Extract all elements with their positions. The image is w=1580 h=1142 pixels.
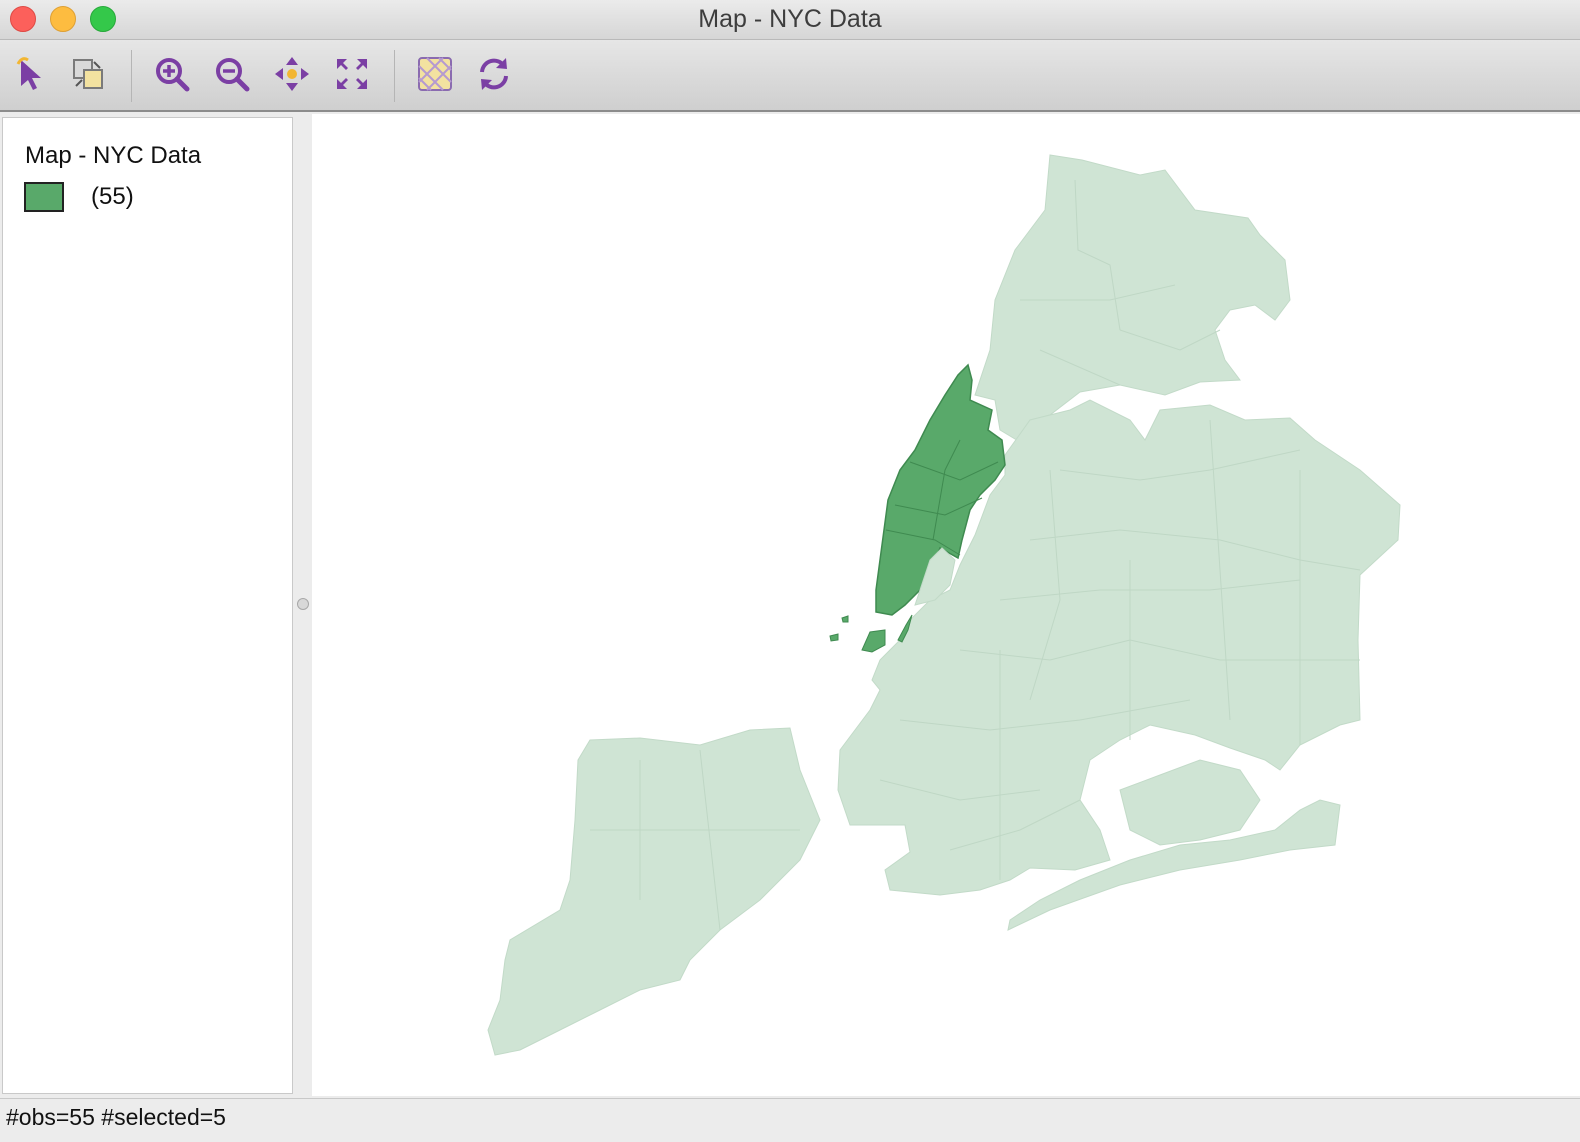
map-canvas[interactable]	[312, 114, 1580, 1096]
zoom-in-icon	[152, 54, 192, 99]
toolbar	[0, 40, 1580, 112]
selection-mode-icon	[68, 54, 108, 99]
select-button[interactable]	[10, 54, 54, 98]
refresh-icon	[474, 54, 514, 99]
status-bar: #obs=55 #selected=5	[0, 1098, 1580, 1142]
map-region-small-island[interactable]	[861, 629, 886, 653]
map-region-bronx[interactable]	[974, 154, 1291, 443]
select-pointer-icon	[12, 54, 52, 99]
map-region-small-island[interactable]	[829, 633, 839, 642]
splitter-handle[interactable]	[297, 598, 309, 610]
window-title: Map - NYC Data	[698, 5, 882, 33]
zoom-out-icon	[212, 54, 252, 99]
toolbar-separator	[131, 50, 132, 102]
legend-panel[interactable]: Map - NYC Data (55)	[2, 117, 293, 1094]
zoom-in-button[interactable]	[150, 54, 194, 98]
status-text: #obs=55 #selected=5	[6, 1104, 226, 1130]
zoom-out-button[interactable]	[210, 54, 254, 98]
selection-mode-button[interactable]	[66, 54, 110, 98]
nyc-map[interactable]	[312, 114, 1580, 1096]
legend-category-label: (55)	[91, 183, 134, 210]
map-layer-button[interactable]	[413, 54, 457, 98]
map-window: Map - NYC Data Map - NYC Data (55) #obs=…	[0, 0, 1580, 1142]
legend-color-swatch[interactable]	[24, 182, 64, 212]
refresh-button[interactable]	[472, 54, 516, 98]
full-extent-icon	[332, 54, 372, 99]
map-region-small-island[interactable]	[841, 615, 849, 623]
map-layer-icon	[415, 54, 455, 99]
map-region-jamaica-bay[interactable]	[1119, 759, 1261, 846]
title-bar[interactable]: Map - NYC Data	[0, 0, 1580, 40]
pan-icon	[272, 54, 312, 99]
toolbar-separator	[394, 50, 395, 102]
map-region-staten-island[interactable]	[487, 727, 821, 1056]
legend-title: Map - NYC Data	[25, 142, 202, 169]
pan-button[interactable]	[270, 54, 314, 98]
full-extent-button[interactable]	[330, 54, 374, 98]
